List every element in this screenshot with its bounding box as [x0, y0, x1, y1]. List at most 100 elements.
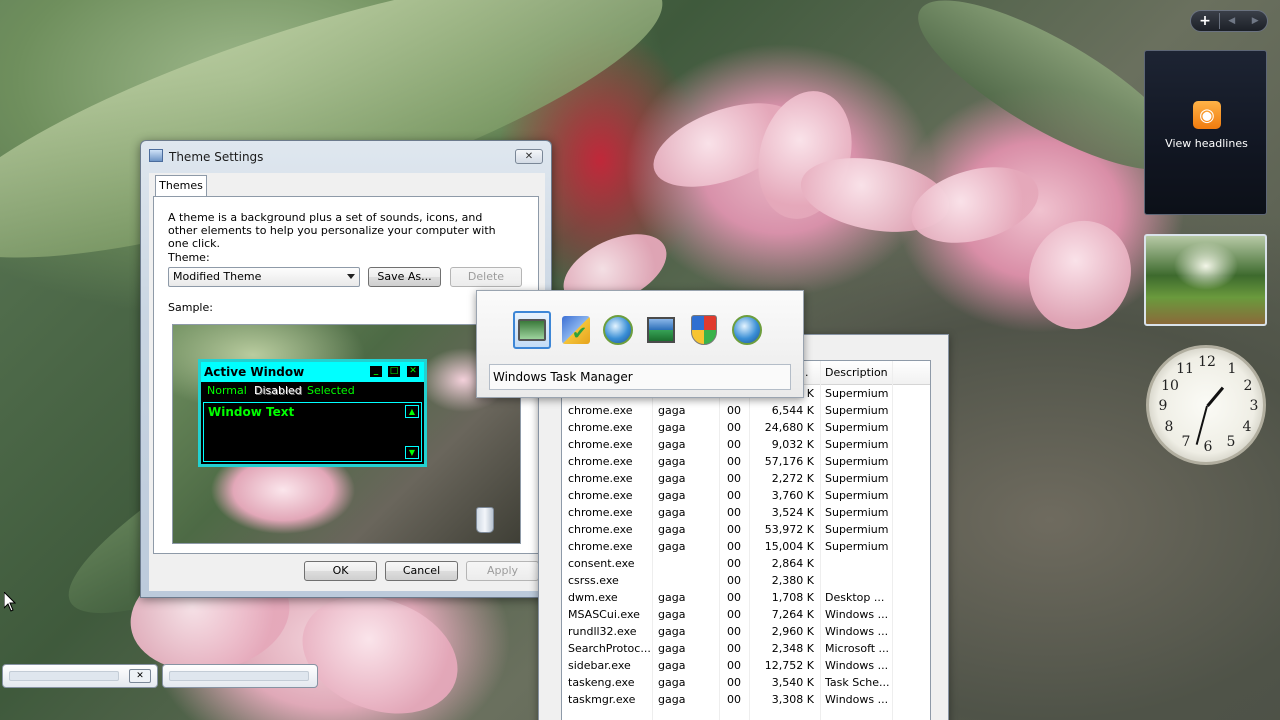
process-user: gaga: [658, 404, 686, 417]
table-row[interactable]: chrome.exe gaga 00 3,524 K Supermium: [562, 504, 930, 521]
process-description: Windows ...: [825, 693, 889, 706]
table-row[interactable]: dwm.exe gaga 00 1,708 K Desktop ...: [562, 589, 930, 606]
alt-tab-item[interactable]: [685, 311, 723, 349]
process-name: MSASCui.exe: [568, 608, 640, 621]
process-cpu: 00: [727, 540, 741, 553]
save-as-button[interactable]: Save As...: [368, 267, 441, 287]
process-name: chrome.exe: [568, 404, 633, 417]
process-memory: 7,264 K: [771, 608, 814, 621]
process-name: consent.exe: [568, 557, 635, 570]
theme-description: A theme is a background plus a set of so…: [168, 211, 496, 250]
scroll-up-icon: ▲: [405, 405, 419, 418]
clock-number: 3: [1249, 398, 1259, 414]
feed-headlines-gadget[interactable]: ◉ View headlines: [1144, 50, 1267, 215]
process-description: Windows ...: [825, 659, 889, 672]
process-name: taskeng.exe: [568, 676, 635, 689]
table-row[interactable]: SearchProtoc... gaga 00 2,348 K Microsoft ..…: [562, 640, 930, 657]
maximize-icon: □: [387, 365, 401, 378]
process-description: Supermium: [825, 421, 889, 434]
process-user: gaga: [658, 523, 686, 536]
process-memory: 53,972 K: [764, 523, 814, 536]
sample-label: Sample:: [168, 301, 213, 314]
view-headlines-label: View headlines: [1165, 137, 1248, 150]
clock-number: 12: [1198, 354, 1216, 370]
process-name: sidebar.exe: [568, 659, 631, 672]
table-row[interactable]: consent.exe 00 2,864 K: [562, 555, 930, 572]
alt-tab-item[interactable]: [557, 311, 595, 349]
previous-gadget-button[interactable]: ◀: [1228, 16, 1235, 26]
table-row[interactable]: chrome.exe gaga 00 24,680 K Supermium: [562, 419, 930, 436]
process-memory: 15,004 K: [764, 540, 814, 553]
table-row[interactable]: taskmgr.exe gaga 00 3,308 K Windows ...: [562, 691, 930, 708]
table-row[interactable]: chrome.exe gaga 00 9,032 K Supermium: [562, 436, 930, 453]
slideshow-gadget[interactable]: [1144, 234, 1267, 326]
table-row[interactable]: chrome.exe gaga 00 2,272 K Supermium: [562, 470, 930, 487]
shield-icon: [691, 315, 717, 345]
ok-button[interactable]: OK: [304, 561, 377, 581]
process-name: chrome.exe: [568, 438, 633, 451]
table-row[interactable]: chrome.exe gaga 00 53,972 K Supermium: [562, 521, 930, 538]
process-memory: 2,272 K: [771, 472, 814, 485]
process-name: chrome.exe: [568, 455, 633, 468]
apply-button[interactable]: Apply: [466, 561, 539, 581]
table-row[interactable]: rundll32.exe gaga 00 2,960 K Windows ...: [562, 623, 930, 640]
process-user: gaga: [658, 506, 686, 519]
process-description: Supermium: [825, 438, 889, 451]
process-cpu: 00: [727, 625, 741, 638]
table-row[interactable]: sidebar.exe gaga 00 12,752 K Windows ...: [562, 657, 930, 674]
clock-number: 4: [1242, 419, 1252, 435]
add-gadget-button[interactable]: +: [1191, 11, 1219, 31]
process-cpu: 00: [727, 472, 741, 485]
process-description: Desktop ...: [825, 591, 885, 604]
process-cpu: 00: [727, 642, 741, 655]
table-row[interactable]: csrss.exe 00 2,380 K: [562, 572, 930, 589]
theme-sample-preview: Active Window _ □ ✕ Normal Disabled Sele…: [172, 324, 521, 544]
table-row[interactable]: chrome.exe gaga 00 3,760 K Supermium: [562, 487, 930, 504]
process-memory: 3,524 K: [771, 506, 814, 519]
alt-tab-item[interactable]: [642, 311, 680, 349]
process-memory: 2,864 K: [771, 557, 814, 570]
process-memory: 3,308 K: [771, 693, 814, 706]
process-list[interactable]: ... Description K Supermium chrome.exega…: [561, 360, 931, 720]
alt-tab-switcher: Windows Task Manager: [476, 290, 804, 398]
preview-menu-disabled: Disabled: [254, 384, 302, 397]
minimized-window[interactable]: [162, 664, 318, 688]
clock-number: 8: [1164, 419, 1174, 435]
globe-icon: [603, 315, 633, 345]
alt-tab-item[interactable]: [728, 311, 766, 349]
tab-themes[interactable]: Themes: [155, 175, 207, 197]
monitor-icon: [518, 319, 546, 341]
column-header-description[interactable]: Description: [825, 366, 888, 379]
delete-button[interactable]: Delete: [450, 267, 522, 287]
process-name: chrome.exe: [568, 540, 633, 553]
table-row[interactable]: chrome.exe gaga 00 6,544 K Supermium: [562, 402, 930, 419]
clock-hour-hand: [1206, 386, 1225, 407]
alt-tab-item-task-manager[interactable]: [513, 311, 551, 349]
process-cpu: 00: [727, 676, 741, 689]
next-gadget-button[interactable]: ▶: [1252, 16, 1259, 26]
cancel-button[interactable]: Cancel: [385, 561, 458, 581]
close-button[interactable]: ✕: [515, 149, 543, 164]
process-user: gaga: [658, 472, 686, 485]
process-description: Windows ...: [825, 608, 889, 621]
table-row[interactable]: MSASCui.exe gaga 00 7,264 K Windows ...: [562, 606, 930, 623]
process-user: gaga: [658, 642, 686, 655]
clock-number: 11: [1176, 361, 1194, 377]
table-row[interactable]: taskeng.exe gaga 00 3,540 K Task Sche...: [562, 674, 930, 691]
alt-tab-item[interactable]: [599, 311, 637, 349]
table-row[interactable]: chrome.exe gaga 00 15,004 K Supermium: [562, 538, 930, 555]
theme-select[interactable]: Modified Theme: [168, 267, 360, 287]
process-memory: 3,540 K: [771, 676, 814, 689]
process-description: Supermium: [825, 387, 889, 400]
minimized-window[interactable]: ✕: [2, 664, 158, 688]
sidebar-controls: + ◀ ▶: [1190, 10, 1268, 32]
clock-gadget[interactable]: 12 1 2 3 4 5 6 7 8 9 10 11: [1146, 345, 1266, 465]
close-button[interactable]: ✕: [129, 669, 151, 683]
table-row[interactable]: chrome.exe gaga 00 57,176 K Supermium: [562, 453, 930, 470]
preview-window-body: Window Text ▲ ▼: [203, 402, 422, 462]
process-user: gaga: [658, 676, 686, 689]
process-user: gaga: [658, 625, 686, 638]
process-description: Supermium: [825, 506, 889, 519]
process-user: gaga: [658, 489, 686, 502]
preview-menu-selected: Selected: [307, 384, 355, 397]
